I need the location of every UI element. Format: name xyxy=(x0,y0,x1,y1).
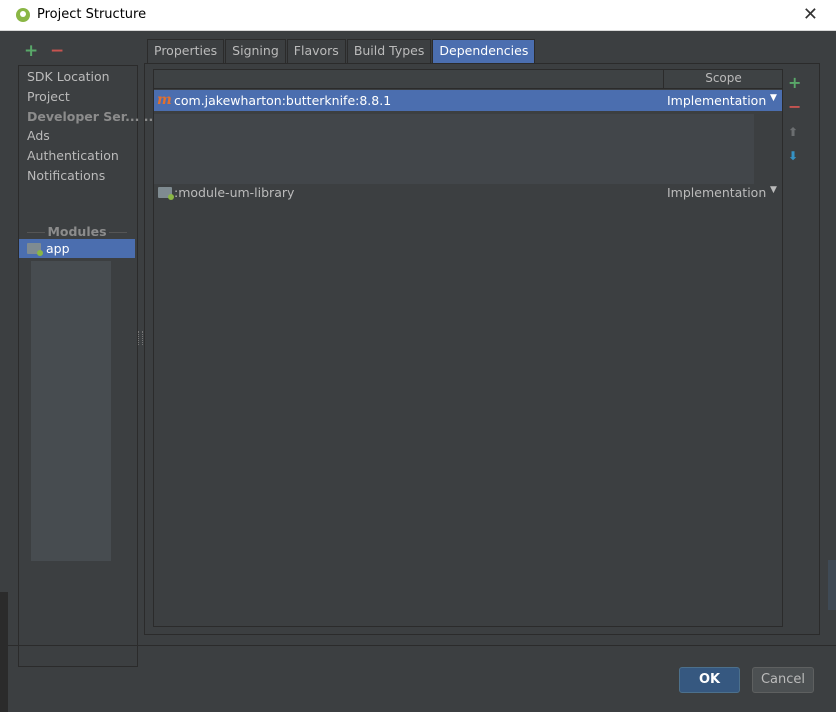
dependencies-table: Scope m com.jakewharton:butterknife:8.8.… xyxy=(153,69,783,627)
footer-divider xyxy=(0,645,836,646)
move-up-icon[interactable]: ⬆ xyxy=(788,125,798,139)
dialog-body: + − SDK Location Project Developer Ser..… xyxy=(0,31,836,712)
table-row[interactable]: :module-um-library Implementation ▼ xyxy=(154,182,782,203)
modules-separator: Modules xyxy=(19,224,135,239)
tab-properties[interactable]: Properties xyxy=(147,39,225,64)
table-header: Scope xyxy=(154,70,782,89)
nav-item-sdk-location[interactable]: SDK Location xyxy=(27,69,110,84)
ok-button[interactable]: OK xyxy=(679,667,740,693)
background-window-edge xyxy=(828,560,836,610)
chevron-down-icon[interactable]: ▼ xyxy=(770,93,777,103)
tab-dependencies[interactable]: Dependencies xyxy=(432,39,536,64)
chevron-down-icon[interactable]: ▼ xyxy=(770,185,777,195)
tab-flavors[interactable]: Flavors xyxy=(286,39,346,64)
nav-item-authentication[interactable]: Authentication xyxy=(27,148,119,163)
cancel-button[interactable]: Cancel xyxy=(752,667,814,693)
tab-signing[interactable]: Signing xyxy=(225,39,286,64)
nav-item-ads[interactable]: Ads xyxy=(27,128,50,143)
tab-build-types[interactable]: Build Types xyxy=(346,39,432,64)
dependency-scope[interactable]: Implementation xyxy=(667,93,766,108)
dependency-scope[interactable]: Implementation xyxy=(667,185,766,200)
module-item-label: app xyxy=(46,241,70,256)
blurred-module-list xyxy=(31,261,111,561)
tab-bar: Properties Signing Flavors Build Types D… xyxy=(147,39,536,64)
add-module-button[interactable]: + xyxy=(24,41,38,61)
module-folder-icon xyxy=(158,187,174,200)
move-down-icon[interactable]: ⬇ xyxy=(788,149,798,163)
dependency-name: :module-um-library xyxy=(174,185,295,200)
nav-item-project[interactable]: Project xyxy=(27,89,70,104)
maven-m-icon: m xyxy=(157,92,172,108)
dependency-name: com.jakewharton:butterknife:8.8.1 xyxy=(174,93,392,108)
module-folder-icon xyxy=(27,243,43,256)
table-row[interactable]: m com.jakewharton:butterknife:8.8.1 Impl… xyxy=(154,90,782,111)
close-icon[interactable]: ✕ xyxy=(803,4,818,25)
nav-item-notifications[interactable]: Notifications xyxy=(27,168,105,183)
splitter-handle[interactable] xyxy=(138,331,143,345)
blurred-dependencies xyxy=(154,114,754,184)
android-studio-icon xyxy=(16,8,30,22)
module-item-app[interactable]: app xyxy=(19,239,135,258)
nav-header-developer-services: Developer Ser... ... xyxy=(27,109,158,124)
scope-column-header[interactable]: Scope xyxy=(663,70,783,88)
window-title: Project Structure xyxy=(37,7,147,22)
dependencies-panel: Scope m com.jakewharton:butterknife:8.8.… xyxy=(144,63,820,635)
remove-dependency-button[interactable]: − xyxy=(788,97,801,116)
title-bar: Project Structure ✕ xyxy=(0,0,836,31)
background-editor-edge xyxy=(0,592,8,712)
add-dependency-button[interactable]: + xyxy=(788,73,801,92)
left-nav-panel: SDK Location Project Developer Ser... ..… xyxy=(18,65,158,667)
remove-module-button[interactable]: − xyxy=(50,41,64,61)
